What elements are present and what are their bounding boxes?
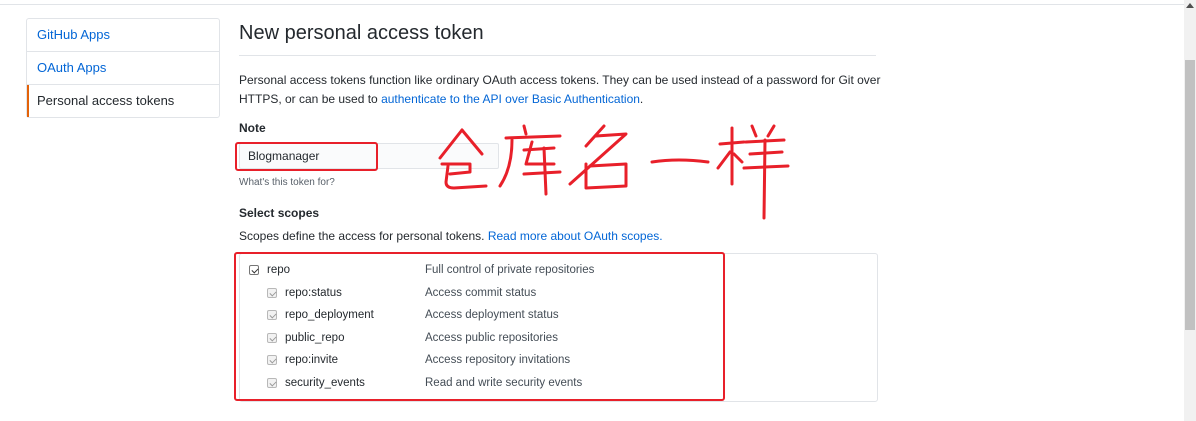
sidebar-item-github-apps[interactable]: GitHub Apps — [27, 19, 219, 52]
select-scopes-label: Select scopes — [239, 206, 320, 220]
intro-paragraph: Personal access tokens function like ord… — [239, 71, 884, 109]
page-title: New personal access token — [239, 22, 876, 56]
top-border — [0, 0, 1184, 5]
settings-sidebar: GitHub Apps OAuth Apps Personal access t… — [26, 18, 220, 118]
scopes-description: Scopes define the access for personal to… — [239, 229, 663, 243]
scroll-thumb[interactable] — [1185, 60, 1195, 330]
basic-auth-link[interactable]: authenticate to the API over Basic Authe… — [381, 92, 640, 106]
scopes-highlight-box — [234, 252, 725, 401]
oauth-scopes-link[interactable]: Read more about OAuth scopes. — [488, 229, 663, 243]
note-hint: What's this token for? — [239, 177, 335, 188]
sidebar-item-oauth-apps[interactable]: OAuth Apps — [27, 52, 219, 85]
note-highlight-box — [235, 142, 378, 171]
note-label: Note — [239, 121, 266, 135]
scroll-up-arrow-icon[interactable] — [1186, 3, 1194, 8]
handwritten-annotation — [438, 124, 790, 220]
intro-end: . — [639, 92, 644, 106]
window-scrollbar[interactable] — [1184, 0, 1196, 421]
sidebar-item-personal-access-tokens[interactable]: Personal access tokens — [27, 85, 219, 117]
scopes-desc-text: Scopes define the access for personal to… — [239, 229, 488, 243]
